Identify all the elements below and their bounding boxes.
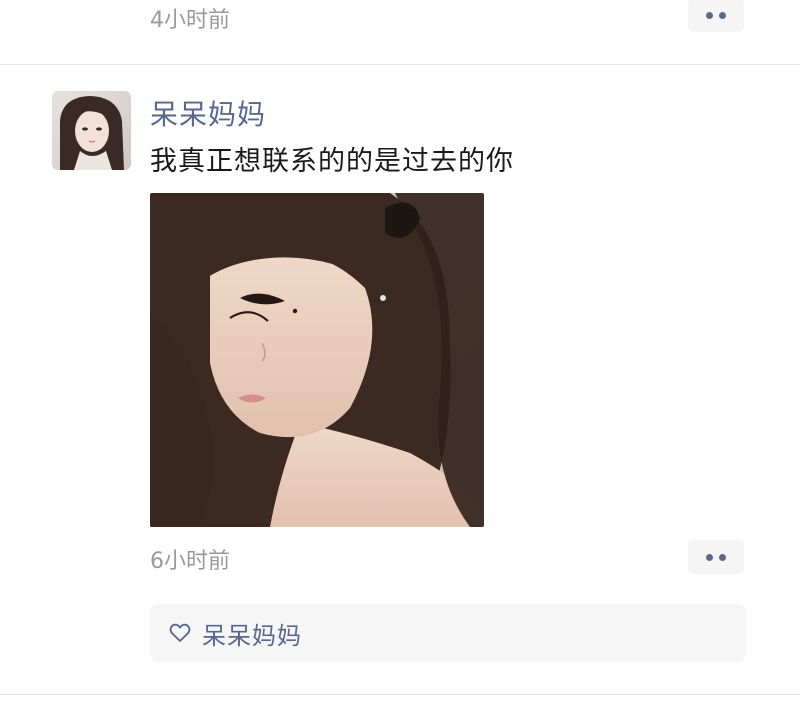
post-username[interactable]: 呆呆妈妈	[150, 93, 266, 133]
like-username[interactable]: 呆呆妈妈	[202, 616, 302, 651]
more-dot-icon	[706, 553, 713, 561]
previous-post-timestamp: 4小时前	[150, 8, 230, 33]
post-text: 我真正想联系的的是过去的你	[150, 146, 514, 177]
user-avatar[interactable]	[52, 91, 131, 170]
photo-image	[150, 193, 484, 527]
more-dot-icon	[706, 11, 713, 19]
post-more-button[interactable]	[688, 540, 744, 574]
post-divider	[0, 64, 800, 65]
more-dot-icon	[719, 11, 726, 19]
likes-panel: 呆呆妈妈	[150, 604, 746, 662]
post-timestamp: 6小时前	[150, 549, 230, 574]
bottom-divider	[0, 694, 800, 695]
avatar-image	[52, 91, 131, 170]
more-dot-icon	[719, 553, 726, 561]
previous-post-more-button[interactable]	[688, 0, 744, 32]
post-photo[interactable]	[150, 193, 484, 527]
heart-icon	[168, 621, 192, 645]
